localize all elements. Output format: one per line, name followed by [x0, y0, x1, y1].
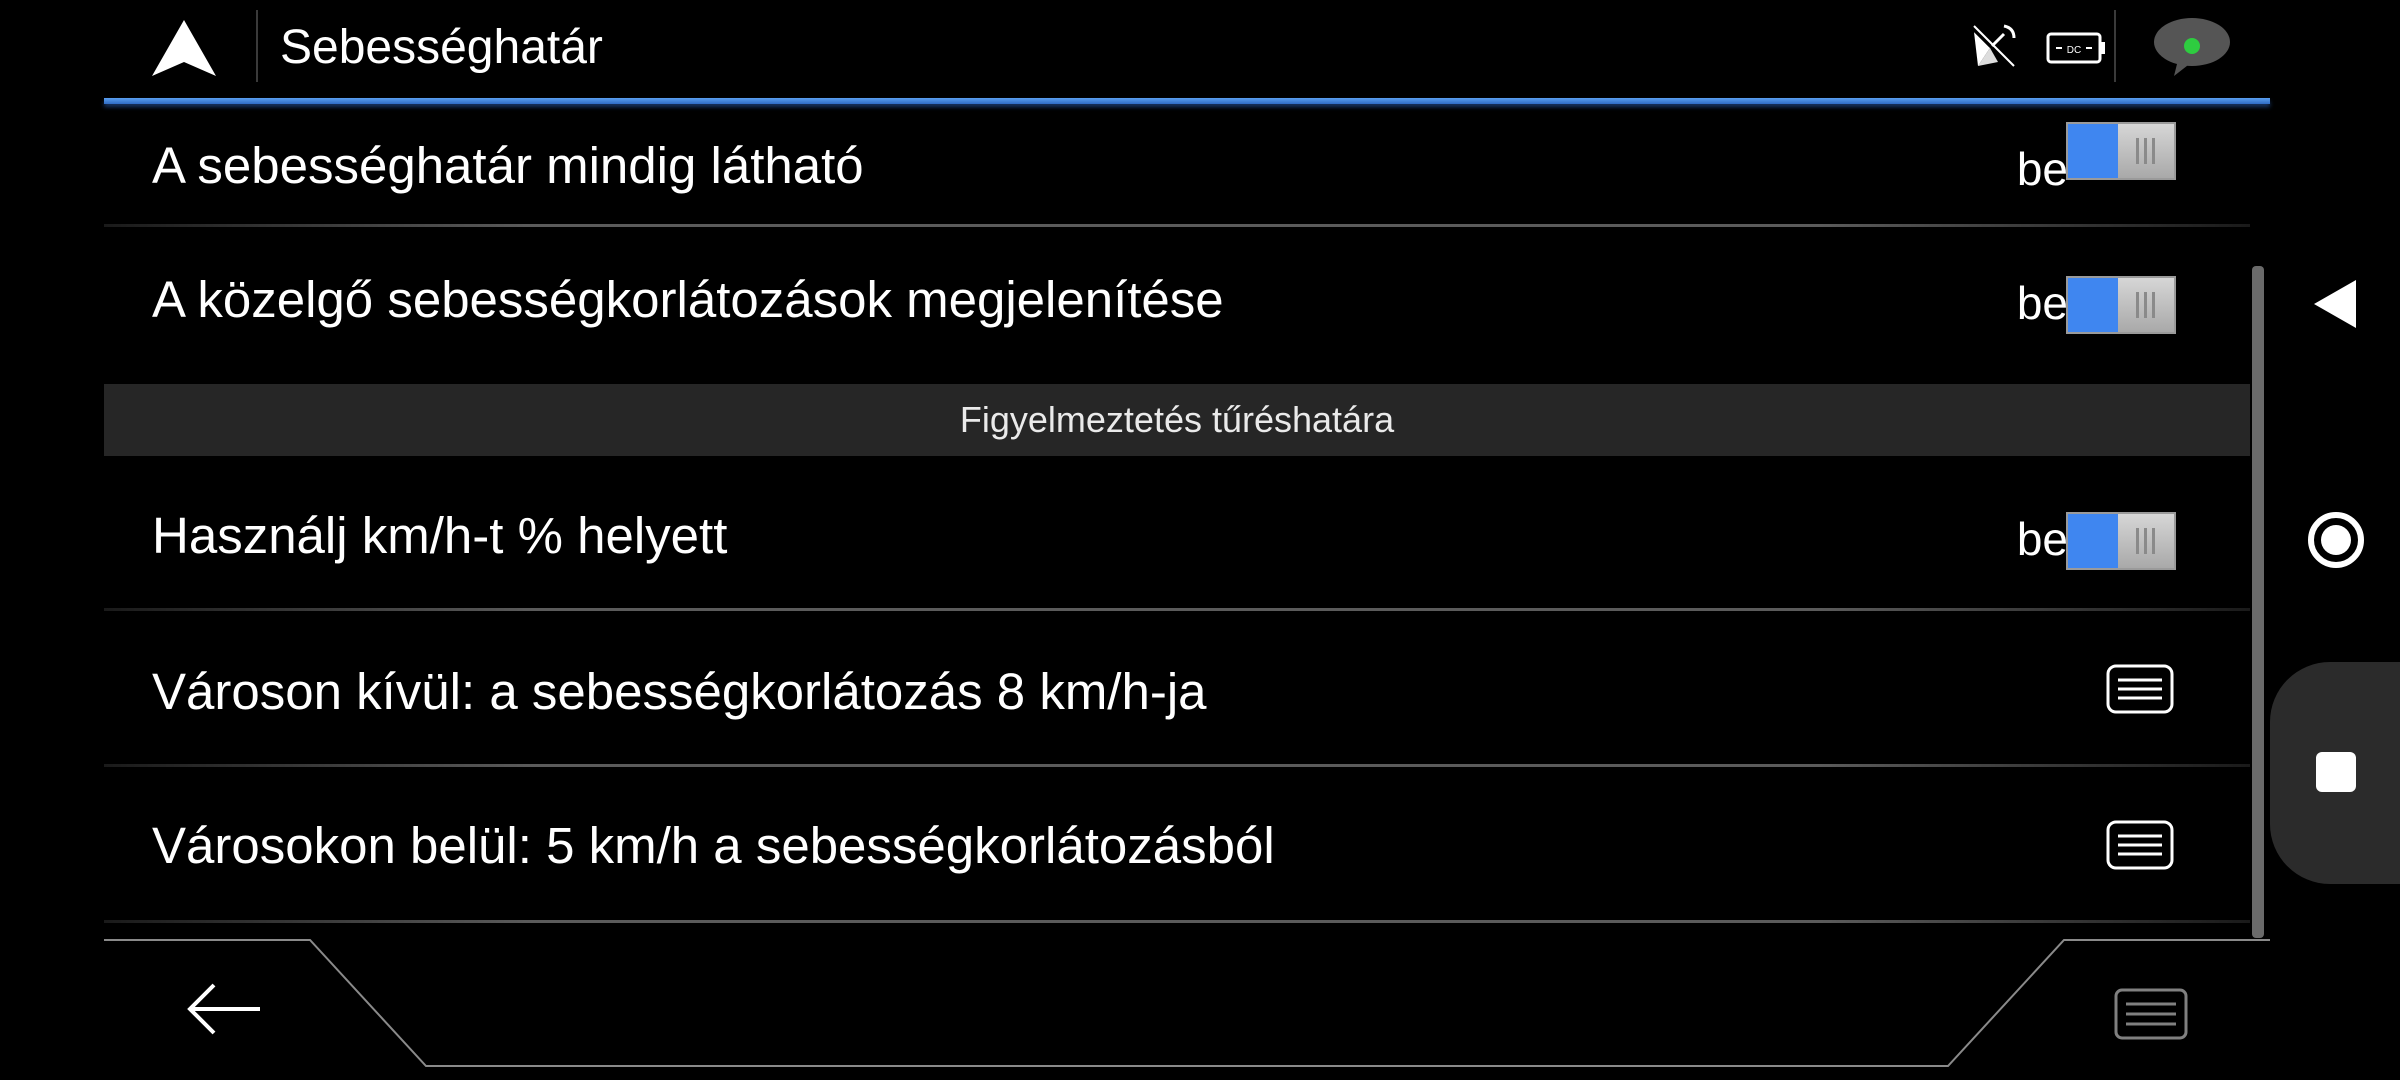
top-bar: Sebességhatár DC: [104, 0, 2270, 96]
bottom-bar: [104, 938, 2270, 1080]
row-divider: [104, 224, 2250, 227]
row-divider: [104, 608, 2250, 611]
setting-label: Városon kívül: a sebességkorlátozás 8 km…: [152, 663, 1207, 720]
setting-label: A sebességhatár mindig látható: [152, 137, 864, 194]
setting-row-use-kmh[interactable]: Használj km/h-t % helyett be: [104, 456, 2250, 606]
battery-icon: DC: [2046, 32, 2105, 64]
setting-state: be: [2016, 513, 2068, 565]
menu-icon[interactable]: [2114, 988, 2188, 1040]
top-bar-divider: [256, 10, 258, 82]
toggle-switch[interactable]: [2066, 512, 2176, 570]
section-header: Figyelmeztetés tűréshatára: [104, 384, 2250, 456]
chat-icon[interactable]: [2152, 16, 2232, 78]
setting-label: Városokon belül: 5 km/h a sebességkorlát…: [152, 817, 1275, 874]
system-home-icon[interactable]: [2306, 510, 2366, 570]
setting-label: Használj km/h-t % helyett: [152, 507, 728, 564]
svg-text:DC: DC: [2067, 45, 2081, 56]
menu-icon[interactable]: [2106, 820, 2174, 870]
setting-label: A közelgő sebességkorlátozások megjelení…: [152, 271, 1224, 328]
row-divider: [104, 920, 2250, 923]
toggle-switch[interactable]: [2066, 122, 2176, 180]
setting-state: be: [2016, 277, 2068, 329]
system-nav-bar: [2270, 0, 2400, 1080]
system-back-icon[interactable]: [2312, 278, 2358, 330]
toggle-switch[interactable]: [2066, 276, 2176, 334]
header-accent-line: [104, 98, 2270, 104]
navigation-arrow-icon[interactable]: [150, 18, 218, 78]
app-screen: Sebességhatár DC A sebességhatár mindig …: [0, 0, 2400, 1080]
bottom-bar-frame: [104, 939, 2270, 1067]
setting-row-speed-limit-always-visible[interactable]: A sebességhatár mindig látható be: [104, 106, 2250, 226]
toggle-knob: [2118, 514, 2174, 568]
settings-list: A sebességhatár mindig látható be A köze…: [104, 106, 2250, 940]
row-divider: [104, 764, 2250, 767]
toggle-knob: [2118, 124, 2174, 178]
system-recents-icon[interactable]: [2316, 752, 2356, 792]
page-title: Sebességhatár: [280, 21, 603, 74]
scrollbar[interactable]: [2252, 266, 2264, 938]
setting-state: be: [2016, 143, 2068, 195]
satellite-icon: [1970, 24, 2016, 70]
setting-row-inside-city[interactable]: Városokon belül: 5 km/h a sebességkorlát…: [104, 768, 2250, 918]
setting-row-upcoming-limits[interactable]: A közelgő sebességkorlátozások megjelení…: [104, 228, 2250, 380]
back-arrow-icon[interactable]: [184, 982, 264, 1036]
top-bar-divider-right: [2114, 10, 2116, 82]
menu-icon[interactable]: [2106, 664, 2174, 714]
toggle-knob: [2118, 278, 2174, 332]
setting-row-outside-city[interactable]: Városon kívül: a sebességkorlátozás 8 km…: [104, 612, 2250, 762]
